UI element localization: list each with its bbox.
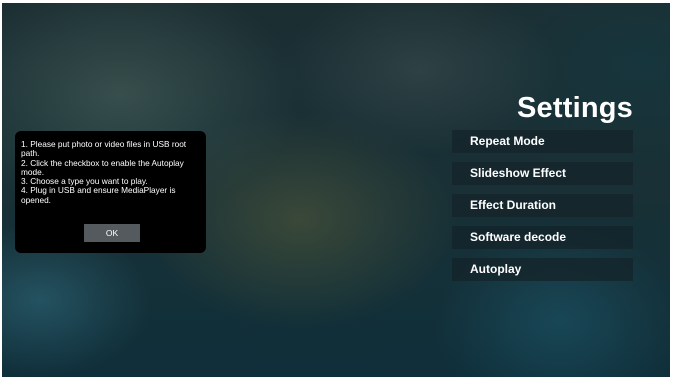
- dialog-line: 2. Click the checkbox to enable the Auto…: [21, 157, 184, 168]
- page-title: Settings: [517, 92, 633, 124]
- menu-item-effect-duration[interactable]: Effect Duration: [452, 194, 633, 217]
- instructions-dialog: 1. Please put photo or video files in US…: [15, 131, 206, 253]
- screen-border-top: [0, 0, 673, 3]
- media-player-screen: Settings Repeat Mode Slideshow Effect Ef…: [0, 0, 673, 381]
- ok-button[interactable]: OK: [84, 224, 140, 242]
- screen-border-left: [0, 0, 2, 381]
- screen-border-bottom: [0, 377, 673, 381]
- menu-item-software-decode[interactable]: Software decode: [452, 226, 633, 249]
- menu-item-autoplay[interactable]: Autoplay: [452, 258, 633, 281]
- settings-menu: Repeat Mode Slideshow Effect Effect Dura…: [452, 130, 633, 290]
- dialog-line: 1. Please put photo or video files in US…: [21, 139, 187, 149]
- dialog-line: opened.: [21, 194, 51, 205]
- menu-item-slideshow-effect[interactable]: Slideshow Effect: [452, 162, 633, 185]
- menu-item-repeat-mode[interactable]: Repeat Mode: [452, 130, 633, 153]
